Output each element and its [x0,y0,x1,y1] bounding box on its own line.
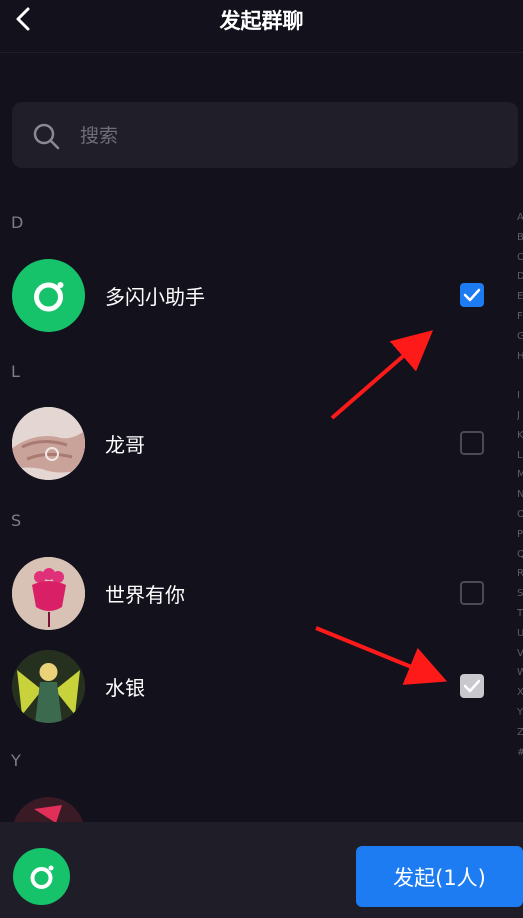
selected-avatar[interactable] [13,848,70,905]
start-group-chat-button[interactable]: 发起(1人) [356,846,523,907]
assistant-logo-icon [30,865,54,889]
annotation-arrows [315,330,448,685]
annotation-arrow [315,626,448,685]
annotation-arrow [330,330,434,420]
selection-bar: 发起(1人) [0,822,523,918]
